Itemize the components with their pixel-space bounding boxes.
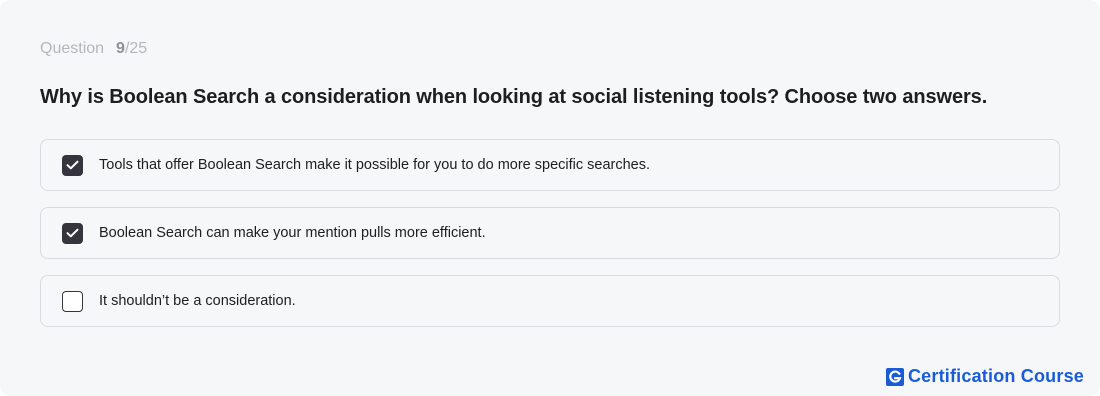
checkmark-icon	[66, 228, 79, 238]
question-counter-current: 9	[116, 40, 125, 57]
answer-option-1[interactable]: Tools that offer Boolean Search make it …	[40, 139, 1060, 191]
answer-option-label: Boolean Search can make your mention pul…	[99, 225, 486, 241]
question-text: Why is Boolean Search a consideration wh…	[40, 86, 988, 108]
answer-checkbox[interactable]	[62, 154, 83, 176]
brand-text: Certification Course	[907, 366, 1084, 386]
checkmark-icon	[66, 160, 79, 170]
answer-option-2[interactable]: Boolean Search can make your mention pul…	[40, 207, 1060, 259]
answer-option-label: Tools that offer Boolean Search make it …	[99, 157, 651, 173]
question-counter-label: Question	[40, 40, 105, 57]
question-counter-total: /25	[124, 40, 148, 57]
answer-options: Tools that offer Boolean Search make it …	[40, 139, 1060, 343]
answer-checkbox[interactable]	[62, 290, 83, 312]
g-logo-icon	[889, 370, 902, 383]
question-counter: Question 9/25	[40, 40, 147, 58]
brand-logo-icon	[885, 367, 904, 386]
brand-logo-link[interactable]: Certification Course	[885, 366, 1084, 387]
answer-option-label: It shouldn’t be a consideration.	[99, 293, 296, 309]
answer-option-3[interactable]: It shouldn’t be a consideration.	[40, 275, 1060, 327]
answer-checkbox[interactable]	[62, 222, 83, 244]
quiz-page: Question 9/25 Why is Boolean Search a con…	[0, 0, 1100, 396]
